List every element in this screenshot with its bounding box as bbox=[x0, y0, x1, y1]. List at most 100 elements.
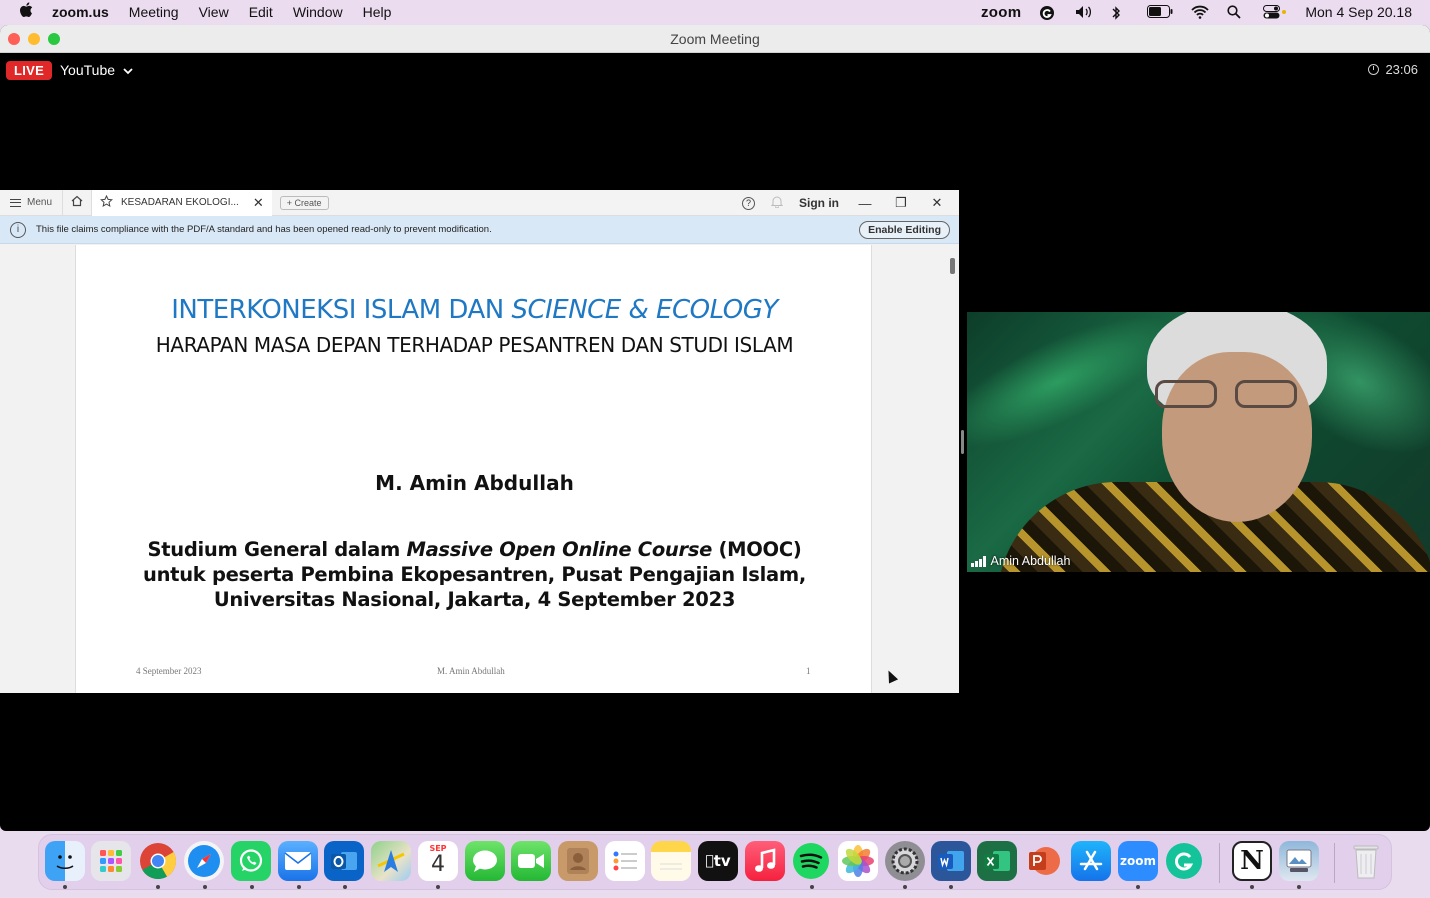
slide-title-part2: SCIENCE & ECOLOGY bbox=[511, 295, 778, 325]
notion-icon[interactable]: N bbox=[1232, 841, 1272, 881]
close-icon[interactable]: ✕ bbox=[927, 195, 947, 211]
document-tab-title: KESADARAN EKOLOGI... bbox=[121, 197, 239, 208]
participant-video[interactable]: Amin Abdullah bbox=[967, 312, 1430, 572]
person-glasses bbox=[1155, 380, 1315, 410]
viewer-menu-label: Menu bbox=[27, 197, 53, 208]
contacts-icon[interactable] bbox=[558, 841, 598, 881]
apple-tv-label: tv bbox=[709, 852, 731, 870]
excel-icon[interactable] bbox=[977, 841, 1017, 881]
slide-footer-date: 4 September 2023 bbox=[136, 666, 202, 676]
window-titlebar: Zoom Meeting bbox=[0, 25, 1430, 53]
photos-icon[interactable] bbox=[838, 841, 878, 881]
music-icon[interactable] bbox=[745, 841, 785, 881]
restore-icon[interactable]: ❐ bbox=[891, 195, 911, 211]
chrome-icon[interactable] bbox=[138, 841, 178, 881]
shared-screen-pdf-viewer: Menu KESADARAN EKOLOGI... ✕ + Create ? S… bbox=[0, 189, 959, 693]
launchpad-icon[interactable] bbox=[91, 841, 131, 881]
participant-name-tag: Amin Abdullah bbox=[971, 554, 1070, 568]
create-button[interactable]: + Create bbox=[279, 195, 329, 210]
slide-title: INTERKONEKSI ISLAM DAN SCIENCE & ECOLOGY bbox=[76, 295, 873, 325]
minimize-icon[interactable]: — bbox=[855, 196, 875, 211]
menu-edit[interactable]: Edit bbox=[249, 4, 273, 20]
grammarly-icon[interactable] bbox=[1039, 5, 1057, 20]
zoom-app-label: zoom bbox=[1120, 854, 1156, 868]
slide-footer-author: M. Amin Abdullah bbox=[437, 666, 505, 676]
scrollbar-thumb[interactable] bbox=[950, 258, 955, 274]
calendar-day: 4 bbox=[431, 852, 445, 877]
mail-icon[interactable] bbox=[278, 841, 318, 881]
chevron-down-icon bbox=[123, 62, 133, 78]
live-badge[interactable]: LIVE bbox=[6, 61, 53, 80]
wifi-icon[interactable] bbox=[1191, 5, 1210, 19]
slide-body-italic: Massive Open Online Course bbox=[406, 538, 713, 561]
volume-icon[interactable] bbox=[1075, 5, 1093, 19]
stream-target-label: YouTube bbox=[60, 62, 116, 78]
close-window-button[interactable] bbox=[8, 33, 20, 45]
connection-signal-icon bbox=[971, 555, 986, 567]
maps-icon[interactable] bbox=[371, 841, 411, 881]
menu-meeting[interactable]: Meeting bbox=[129, 4, 179, 20]
menubar-clock[interactable]: Mon 4 Sep 20.18 bbox=[1305, 4, 1412, 20]
apple-logo-icon[interactable] bbox=[0, 1, 52, 23]
plus-icon: + bbox=[286, 197, 295, 208]
powerpoint-icon[interactable] bbox=[1024, 841, 1064, 881]
messages-icon[interactable] bbox=[465, 841, 505, 881]
preview-icon[interactable] bbox=[1279, 841, 1319, 881]
grammarly-app-icon[interactable] bbox=[1164, 841, 1204, 881]
facetime-icon[interactable] bbox=[511, 841, 551, 881]
spotify-icon[interactable] bbox=[791, 841, 831, 881]
battery-icon[interactable] bbox=[1147, 5, 1173, 19]
bluetooth-icon[interactable] bbox=[1111, 5, 1129, 20]
slide-footer-page: 1 bbox=[806, 666, 811, 676]
zoom-status-item[interactable]: zoom bbox=[981, 4, 1021, 21]
menu-help[interactable]: Help bbox=[363, 4, 392, 20]
viewer-menu-button[interactable]: Menu bbox=[0, 197, 62, 208]
info-message: This file claims compliance with the PDF… bbox=[36, 224, 492, 235]
slide-body-part1: Studium General dalam bbox=[147, 538, 407, 561]
star-icon[interactable] bbox=[100, 194, 113, 211]
close-tab-icon[interactable]: ✕ bbox=[253, 195, 264, 211]
outlook-icon[interactable] bbox=[324, 841, 364, 881]
fullscreen-window-button[interactable] bbox=[48, 33, 60, 45]
slide-page: INTERKONEKSI ISLAM DAN SCIENCE & ECOLOGY… bbox=[75, 245, 872, 693]
dock-separator bbox=[1219, 843, 1220, 883]
apple-tv-icon[interactable]: tv bbox=[698, 841, 738, 881]
trash-icon[interactable] bbox=[1346, 841, 1386, 881]
menu-window[interactable]: Window bbox=[293, 4, 343, 20]
person-face bbox=[1162, 352, 1312, 522]
menu-bar: zoom.us Meeting View Edit Window Help zo… bbox=[0, 0, 1430, 24]
spotlight-search-icon[interactable] bbox=[1227, 5, 1245, 19]
elapsed-time: 23:06 bbox=[1385, 62, 1418, 77]
slide-body: Studium General dalam Massive Open Onlin… bbox=[116, 537, 833, 612]
sign-in-button[interactable]: Sign in bbox=[799, 196, 839, 210]
dock: SEP 4 tv bbox=[38, 834, 1392, 890]
create-label: Create bbox=[294, 197, 322, 208]
finder-icon[interactable] bbox=[45, 841, 85, 881]
notes-icon[interactable] bbox=[651, 841, 691, 881]
clock-icon bbox=[1368, 64, 1380, 75]
hamburger-menu-icon bbox=[10, 198, 21, 207]
split-resize-handle[interactable] bbox=[961, 430, 964, 454]
zoom-app-icon[interactable]: zoom bbox=[1118, 841, 1158, 881]
enable-editing-button[interactable]: Enable Editing bbox=[859, 221, 950, 239]
dock-separator bbox=[1334, 843, 1335, 883]
document-tab[interactable]: KESADARAN EKOLOGI... ✕ bbox=[92, 189, 272, 216]
home-icon[interactable] bbox=[62, 189, 93, 216]
menu-view[interactable]: View bbox=[199, 4, 229, 20]
help-icon[interactable]: ? bbox=[742, 196, 755, 210]
bell-icon[interactable] bbox=[770, 195, 784, 211]
app-store-icon[interactable] bbox=[1071, 841, 1111, 881]
control-center-icon[interactable] bbox=[1263, 5, 1287, 19]
reminders-icon[interactable] bbox=[605, 841, 645, 881]
calendar-icon[interactable]: SEP 4 bbox=[418, 841, 458, 881]
document-area[interactable]: INTERKONEKSI ISLAM DAN SCIENCE & ECOLOGY… bbox=[0, 245, 959, 693]
slide-title-part1: INTERKONEKSI ISLAM DAN bbox=[171, 295, 512, 325]
whatsapp-icon[interactable] bbox=[231, 841, 271, 881]
notion-label: N bbox=[1240, 846, 1264, 876]
menu-app-zoom[interactable]: zoom.us bbox=[52, 4, 109, 20]
word-icon[interactable] bbox=[931, 841, 971, 881]
minimize-window-button[interactable] bbox=[28, 33, 40, 45]
safari-icon[interactable] bbox=[184, 841, 224, 881]
system-settings-icon[interactable] bbox=[885, 841, 925, 881]
stream-target-dropdown[interactable]: YouTube bbox=[60, 62, 133, 78]
